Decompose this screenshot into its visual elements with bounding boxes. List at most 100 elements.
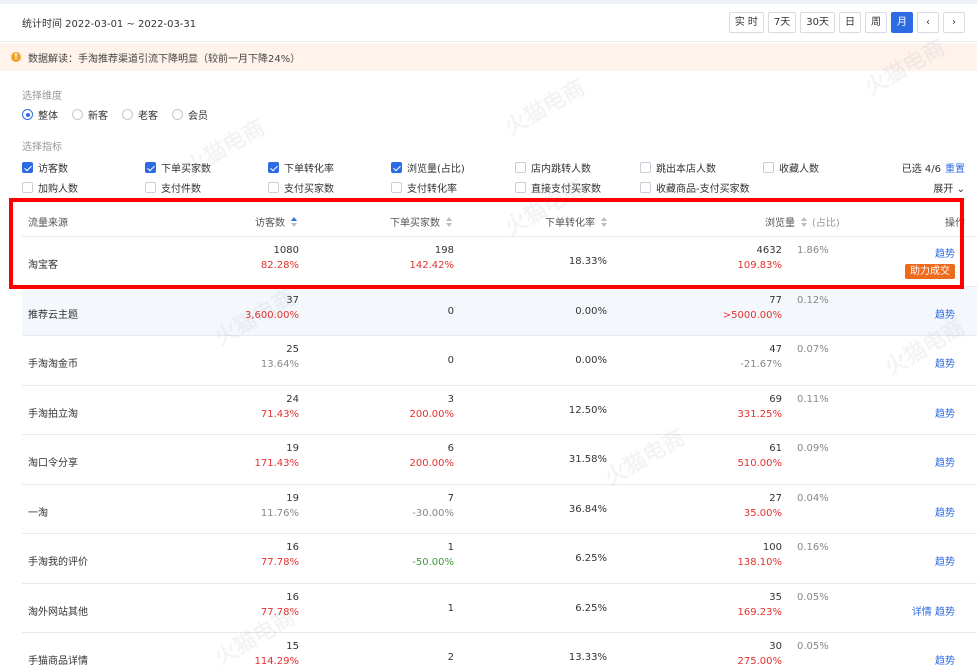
table-row: 手淘我的评价 16 77.78% 1 -50.00% 6.25% 100 138.10% 0.1…: [22, 534, 977, 584]
checkbox: [640, 162, 651, 173]
trend-link[interactable]: 趋势: [935, 359, 955, 370]
time-bar: 统计时间 2022-03-01 ~ 2022-03-31 实 时 7天 30天 …: [0, 4, 977, 42]
radio-overall[interactable]: 整体: [22, 107, 58, 122]
buyers-change: 200.00%: [409, 458, 455, 469]
pv-value: 61: [769, 443, 782, 454]
pv-change: 35.00%: [743, 507, 782, 519]
checkbox: [145, 162, 156, 173]
metric-pay-buyers-checkbox[interactable]: 支付买家数: [268, 180, 334, 195]
metric-fav-pay-checkbox[interactable]: 收藏商品-支付买家数: [640, 180, 750, 195]
assist-deal-badge[interactable]: 助力成交: [905, 262, 955, 279]
visitors-change: 13.64%: [260, 359, 299, 370]
trend-link[interactable]: 趋势: [935, 607, 955, 618]
pv-change: 275.00%: [737, 656, 783, 665]
visitors-change: 3,600.00%: [244, 309, 299, 321]
trend-link[interactable]: 趋势: [935, 310, 955, 321]
period-month-button[interactable]: 月: [891, 12, 913, 33]
checkbox-label: 下单买家数: [161, 164, 211, 175]
pv-value: 4632: [756, 245, 782, 256]
period-7d-button[interactable]: 7天: [767, 12, 797, 33]
metric-pay-items-checkbox[interactable]: 支付件数: [145, 180, 201, 195]
metric-direct-pay-checkbox[interactable]: 直接支付买家数: [515, 180, 601, 195]
col-order-buyers[interactable]: 下单买家数: [390, 214, 452, 229]
table-row: 手淘拍立淘 24 71.43% 3 200.00% 12.50% 69 331.25% 0.11…: [22, 386, 977, 435]
radio-member[interactable]: 会员: [172, 107, 208, 122]
col-pageviews[interactable]: 浏览量: [765, 214, 807, 229]
pv-value: 47: [769, 344, 782, 355]
visitors-change: 82.28%: [260, 260, 299, 271]
metric-visitors-checkbox[interactable]: 访客数: [22, 160, 68, 175]
period-realtime-button[interactable]: 实 时: [728, 12, 764, 33]
pv-change: 138.10%: [737, 557, 783, 568]
visitors-value: 1080: [273, 245, 299, 256]
metric-pageviews-checkbox[interactable]: 浏览量(占比): [391, 160, 465, 175]
detail-link[interactable]: 详情: [912, 607, 932, 618]
buyers-value: 2: [447, 652, 454, 663]
trend-link[interactable]: 趋势: [935, 409, 955, 420]
radio-label: 会员: [188, 111, 208, 122]
source-name: 淘宝客: [28, 260, 58, 271]
pv-value: 27: [769, 492, 782, 504]
trend-link[interactable]: 趋势: [935, 458, 955, 469]
period-30d-button[interactable]: 30天: [800, 12, 835, 33]
pv-change: >5000.00%: [722, 309, 782, 321]
radio-new-customer[interactable]: 新客: [72, 107, 108, 122]
metric-inner-jump-checkbox[interactable]: 店内跳转人数: [515, 160, 591, 175]
source-name: 一淘: [28, 507, 48, 519]
metric-pay-rate-checkbox[interactable]: 支付转化率: [391, 180, 457, 195]
visitors-change: 71.43%: [260, 408, 299, 420]
pv-value: 69: [769, 393, 782, 405]
table-row: 手淘淘金币 25 13.64% 0 0.00% 47 -21.67% 0.07% 趋势: [22, 336, 977, 386]
buyers-change: -30.00%: [412, 507, 454, 519]
row-actions: 趋势: [935, 306, 955, 321]
trend-link[interactable]: 趋势: [935, 249, 955, 260]
table-row: 一淘 19 11.76% 7 -30.00% 36.84% 27 35.00% 0.04% 趋势: [22, 485, 977, 534]
metric-favorites-checkbox[interactable]: 收藏人数: [763, 160, 819, 175]
metric-add-cart-checkbox[interactable]: 加购人数: [22, 180, 78, 195]
sort-icon: [291, 217, 297, 227]
pv-change: -21.67%: [740, 359, 782, 370]
checkbox: [515, 162, 526, 173]
rate-value: 36.84%: [568, 503, 607, 515]
col-rate-label: 下单转化率: [545, 218, 595, 229]
radio-old-customer[interactable]: 老客: [122, 107, 158, 122]
trend-link[interactable]: 趋势: [935, 656, 955, 665]
rate-value: 31.58%: [568, 454, 607, 465]
selected-count: 已选 4/6 重置: [902, 160, 965, 175]
source-name: 手淘我的评价: [28, 557, 88, 568]
table-row: 推荐云主题 37 3,600.00% 0 0.00% 77 >5000.00% 0.12% 趋势: [22, 286, 977, 336]
reset-link[interactable]: 重置: [945, 164, 965, 175]
row-actions: 详情 趋势: [912, 603, 955, 618]
col-visitors[interactable]: 访客数: [255, 214, 297, 229]
checkbox-label: 收藏商品-支付买家数: [656, 184, 750, 195]
col-action: 操作: [945, 218, 965, 229]
col-order-rate[interactable]: 下单转化率: [545, 214, 607, 229]
next-period-button[interactable]: ›: [943, 12, 965, 33]
period-week-button[interactable]: 周: [865, 12, 887, 33]
trend-link[interactable]: 趋势: [935, 508, 955, 519]
col-pv-label: 浏览量: [765, 218, 795, 229]
row-actions: 趋势: [935, 245, 955, 260]
period-selector: 实 时 7天 30天 日 周 月 ‹ ›: [725, 12, 965, 33]
source-name: 手猫商品详情: [28, 656, 88, 665]
period-day-button[interactable]: 日: [839, 12, 861, 33]
metric-bounce-checkbox[interactable]: 跳出本店人数: [640, 160, 716, 175]
traffic-source-table: 流量来源 访客数 下单买家数 下单转化率 浏览量 (占比) 操作 淘宝客 1080…: [22, 201, 977, 665]
pv-share: 1.86%: [797, 245, 829, 256]
trend-link[interactable]: 趋势: [935, 557, 955, 568]
visitors-value: 24: [286, 393, 299, 405]
selected-count-text: 已选 4/6: [901, 164, 941, 175]
prev-period-button[interactable]: ‹: [917, 12, 939, 33]
checkbox: [268, 162, 279, 173]
expand-toggle[interactable]: 展开 ⌄: [933, 180, 965, 195]
pv-value: 100: [762, 542, 782, 553]
notice-text: 数据解读：手淘推荐渠道引流下降明显（较前一月下降24%）: [28, 53, 301, 65]
metric-order-rate-checkbox[interactable]: 下单转化率: [268, 160, 334, 175]
checkbox-label: 跳出本店人数: [656, 164, 716, 175]
visitors-value: 19: [286, 443, 299, 454]
metric-order-buyers-checkbox[interactable]: 下单买家数: [145, 160, 211, 175]
badge-label: 助力成交: [905, 264, 955, 279]
row-actions: 趋势: [935, 405, 955, 420]
rate-value: 6.25%: [575, 553, 607, 564]
source-name: 淘口令分享: [28, 458, 78, 469]
